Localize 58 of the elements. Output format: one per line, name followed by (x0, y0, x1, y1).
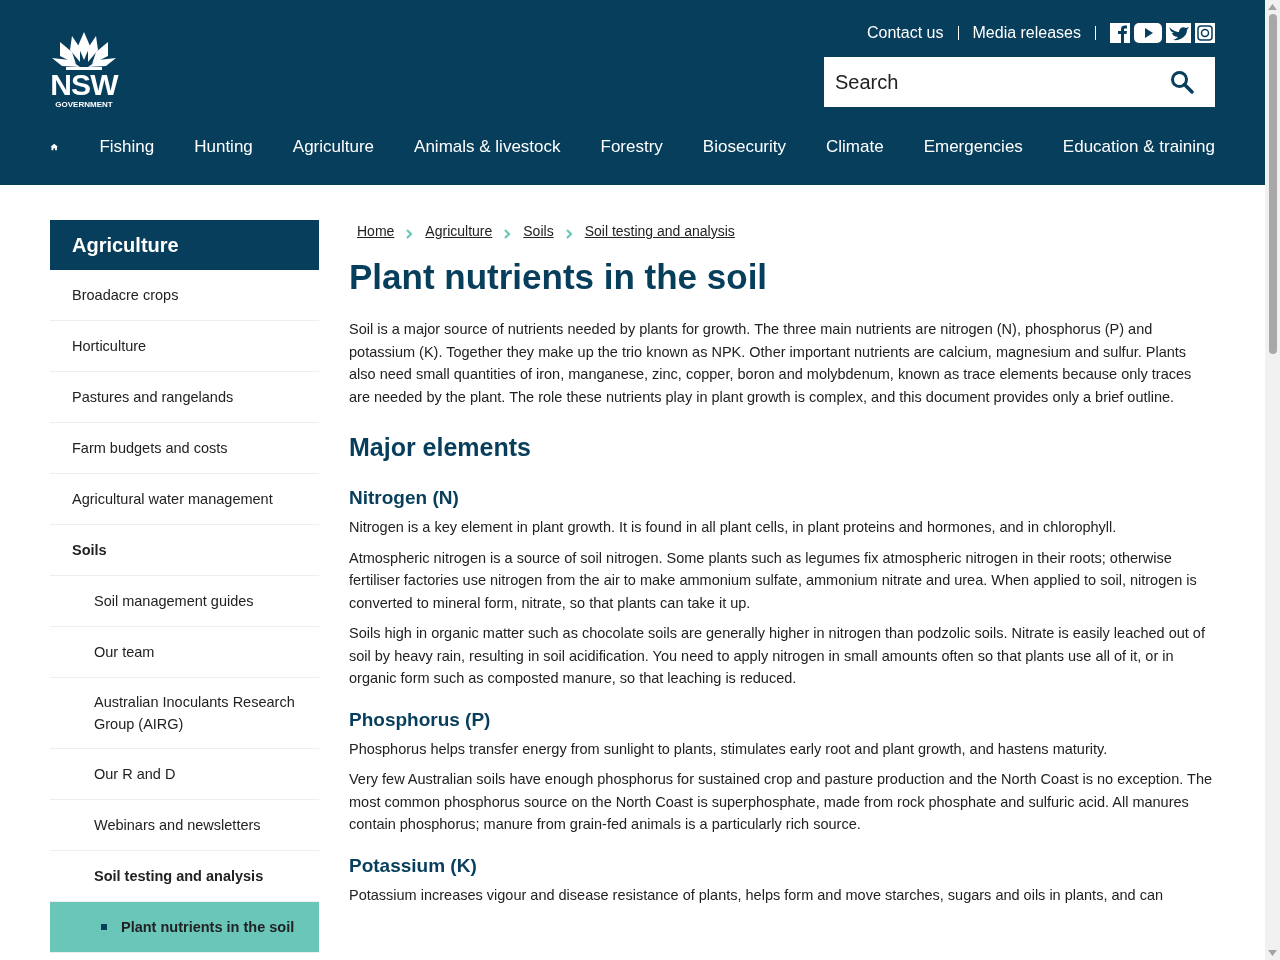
sidebar-item[interactable]: Australian Inoculants Research Group (AIRG) (50, 678, 319, 749)
twitter-icon[interactable] (1166, 23, 1191, 43)
header-link[interactable]: Contact us (867, 21, 944, 45)
paragraph: Potassium increases vigour and disease resistance of plants, helps form and move starches, sugars and oils in plants, and can (349, 885, 1165, 905)
nav-link[interactable]: Fishing (99, 134, 155, 160)
subsection-heading: Nitrogen (N) (349, 486, 460, 510)
breadcrumb-link[interactable]: Soils (523, 221, 554, 242)
nsw-logo[interactable]: NSW GOVERNMENT (50, 30, 118, 110)
paragraph: Very few Australian soils have enough phosphorus for sustained crop and pasture production and the North Coast is no exception. The most common phosphorus source on the North Coast is superphosphate, made from rock phosphate and sulfuric acid. All manures contain phosphorus; manure from grain-fed animals is a particularly rich source. (349, 770, 1214, 834)
paragraph: Soils high in organic matter such as chocolate soils are generally higher in nitrogen than podzolic soils. Nitrate is easily leached out of soil by heavy rain, resulting in soil acidification. You need to apply nitrogen in small amounts often so that plants use all of it, or in organic form such as composted manure, so that leaching is reduced. (349, 624, 1206, 688)
sidebar-item[interactable]: Webinars and newsletters (50, 800, 319, 851)
section-heading: Major elements (349, 432, 532, 462)
search-input: Search (835, 67, 1135, 97)
facebook-icon[interactable] (1110, 23, 1130, 43)
scrollbar[interactable] (1265, 0, 1280, 960)
chevron-right-icon (565, 228, 573, 239)
nav-link[interactable]: Hunting (194, 134, 253, 160)
bullet-icon (101, 924, 107, 930)
sidebar-item[interactable]: Plant nutrients in the soil (50, 902, 319, 953)
sidebar-item[interactable]: Horticulture (50, 321, 319, 372)
sidebar-item[interactable]: Farm budgets and costs (50, 423, 319, 474)
nav-link[interactable]: Forestry (600, 134, 663, 160)
subsection-heading: Potassium (K) (349, 853, 478, 878)
sidebar-item[interactable]: Soil management guides (50, 576, 319, 627)
nav-link[interactable]: Animals & livestock (414, 134, 561, 160)
sidebar-item-label: Plant nutrients in the soil (121, 918, 295, 937)
paragraph: Atmospheric nitrogen is a source of soil nitrogen. Some plants such as legumes fix atmospheric nitrogen in their roots; otherwise fertiliser factories use nitrogen from the air to make ammonium sulfate, ammonium nitrate and urea. When applied to soil, nitrogen is converted to mineral form, nitrate, so that plants can take it up. (349, 548, 1198, 613)
sidebar-item[interactable]: Our R and D (50, 749, 319, 800)
search-field[interactable]: Search (824, 57, 1215, 107)
logo-subtext: GOVERNMENT (55, 100, 113, 110)
breadcrumb-link[interactable]: Agriculture (425, 221, 493, 242)
sidebar-item[interactable]: Pastures and rangelands (50, 372, 319, 423)
search-icon[interactable] (1170, 70, 1194, 94)
breadcrumb-link[interactable]: Home (357, 221, 395, 242)
sidebar-item[interactable]: Broadacre crops (50, 270, 319, 321)
scrollbar-thumb[interactable] (1268, 14, 1277, 354)
camera-icon[interactable] (1195, 23, 1215, 43)
nav-link[interactable]: Emergencies (923, 134, 1023, 160)
logo-text: NSW (50, 70, 118, 100)
paragraph: Nitrogen is a key element in plant growth. It is found in all plant cells, in plant proteins and hormones, and in chlorophyll. (349, 518, 1118, 537)
nav-link[interactable]: Education & training (1062, 134, 1215, 160)
paragraph: Soil is a major source of nutrients needed by plants for growth. The three main nutrients are nitrogen (N), phosphorus (P) and potassium (K). Together they make up the trio known as NPK. Other important nutrients are calcium, magnesium and sulfur. Plants also need small quantities of iron, manganese, zinc, copper, boron and molybdenum, known as trace elements because only traces are needed by the plant. The role these nutrients play in plant growth is complex, and this document provides only a brief outline. (349, 320, 1193, 407)
subsection-heading: Phosphorus (P) (349, 707, 492, 732)
nav-link[interactable]: Agriculture (292, 134, 375, 160)
paragraph: Phosphorus helps transfer energy from sunlight to plants, stimulates early root and plant growth, and hastens maturity. (349, 739, 1109, 759)
chevron-right-icon (406, 228, 414, 239)
sidebar-item[interactable]: Our team (50, 627, 319, 678)
sidebar-heading: Agriculture (50, 220, 319, 270)
nav-link[interactable]: Biosecurity (702, 134, 786, 160)
sidebar-item[interactable]: Agricultural water management (50, 474, 319, 525)
waratah-flower-icon (50, 30, 118, 70)
sidebar-item[interactable]: Soils (50, 525, 319, 576)
header-link[interactable]: Media releases (972, 21, 1081, 45)
nav-link[interactable]: Climate (826, 134, 884, 160)
page-title: Plant nutrients in the soil (349, 256, 769, 298)
chevron-right-icon (504, 228, 512, 239)
breadcrumb-link[interactable]: Soil testing and analysis (584, 221, 735, 242)
youtube-icon[interactable] (1134, 23, 1162, 43)
